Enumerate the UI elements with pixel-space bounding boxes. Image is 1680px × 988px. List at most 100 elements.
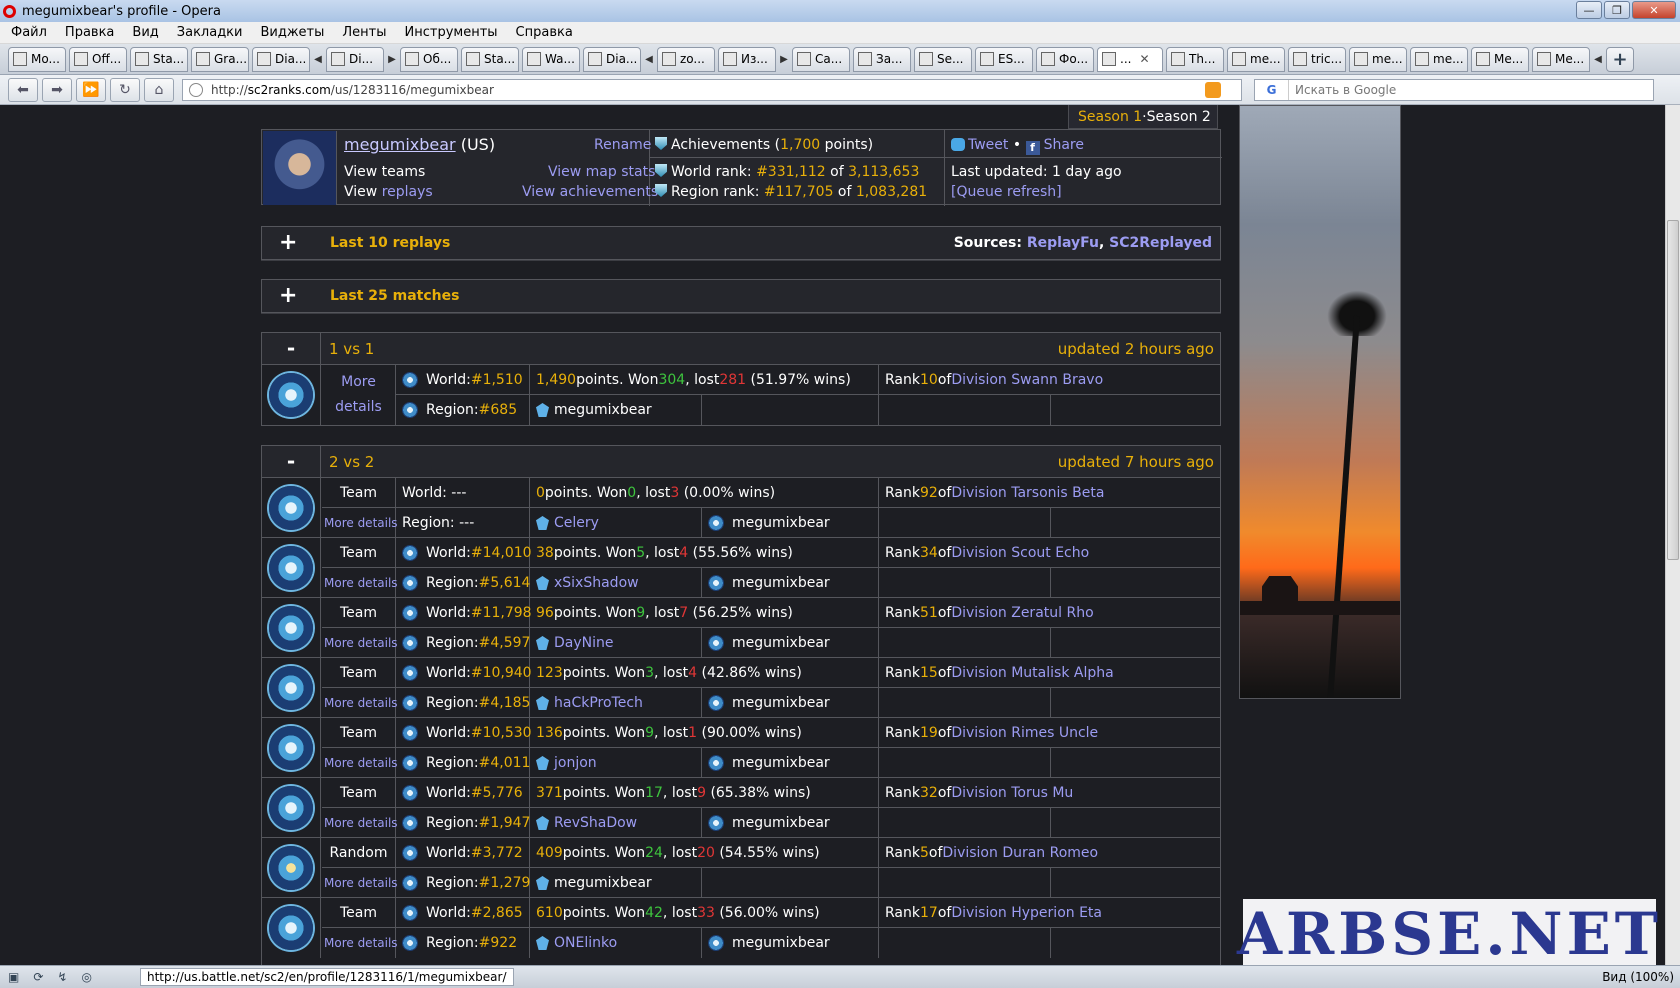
tab[interactable]: tric...: [1288, 46, 1346, 72]
back-button[interactable]: ⬅: [8, 77, 38, 102]
share-link[interactable]: Share: [1044, 137, 1084, 153]
menu-bookmarks[interactable]: Закладки: [177, 25, 243, 40]
more-details-link[interactable]: More details: [322, 365, 396, 425]
division-link[interactable]: Division Scout Echo: [951, 545, 1089, 561]
tab[interactable]: Wa...: [522, 46, 580, 72]
tab-group-right-arrow-icon[interactable]: ▶: [779, 54, 789, 65]
zoom-level[interactable]: Вид (100%): [1602, 970, 1674, 984]
more-details-link[interactable]: More details: [324, 576, 398, 590]
division-link[interactable]: Division Duran Romeo: [942, 845, 1098, 861]
division-link[interactable]: Division Torus Mu: [951, 785, 1073, 801]
replays-label[interactable]: Last 10 replays: [330, 235, 450, 251]
teammate-link[interactable]: ONElinko: [554, 935, 617, 951]
matches-label[interactable]: Last 25 matches: [330, 288, 459, 304]
more-details-link[interactable]: More details: [324, 876, 398, 890]
tab-group-left-arrow-icon[interactable]: ◀: [313, 54, 323, 65]
division-link[interactable]: Division Mutalisk Alpha: [951, 665, 1113, 681]
tab[interactable]: Mo...: [8, 46, 66, 72]
menu-file[interactable]: Файл: [11, 25, 47, 40]
more-details-link[interactable]: More details: [324, 696, 398, 710]
more-details-link[interactable]: More details: [324, 516, 398, 530]
division-link[interactable]: Division Zeratul Rho: [951, 605, 1093, 621]
reload-button[interactable]: ↻: [110, 77, 140, 102]
tab[interactable]: Off...: [69, 46, 127, 72]
more-details-link[interactable]: More details: [324, 936, 398, 950]
matches-bar[interactable]: + Last 25 matches: [261, 279, 1221, 313]
teammate-link[interactable]: haCkProTech: [554, 695, 643, 711]
replays-bar[interactable]: + Last 10 replays Sources: ReplayFu, SC2…: [261, 226, 1221, 260]
teammate-link[interactable]: Celery: [554, 515, 599, 531]
tab[interactable]: me...: [1410, 46, 1468, 72]
view-map-stats-link[interactable]: View map stats: [548, 164, 655, 180]
expand-replays-toggle[interactable]: +: [279, 230, 297, 255]
tab-group-left-arrow-icon[interactable]: ◀: [644, 54, 654, 65]
tab-group-right-arrow-icon[interactable]: ▶: [387, 54, 397, 65]
turbo-icon[interactable]: ↯: [57, 970, 67, 984]
search-input[interactable]: G Искать в Google: [1254, 78, 1654, 101]
fast-forward-button[interactable]: ⏩: [76, 77, 106, 102]
tab[interactable]: Из...: [718, 46, 776, 72]
tab[interactable]: Об...: [400, 46, 458, 72]
google-search-engine-icon[interactable]: G: [1255, 79, 1289, 100]
rename-link[interactable]: Rename: [594, 137, 651, 153]
unite-icon[interactable]: ◎: [81, 970, 91, 984]
tab[interactable]: За...: [853, 46, 911, 72]
menu-feeds[interactable]: Ленты: [342, 25, 386, 40]
tab[interactable]: Th...: [1166, 46, 1224, 72]
division-link[interactable]: Division Swann Bravo: [951, 372, 1103, 388]
close-tab-icon[interactable]: ✕: [1139, 52, 1149, 66]
more-details-link[interactable]: More details: [324, 756, 398, 770]
tab-active[interactable]: ... ✕: [1097, 46, 1163, 72]
season-1-link[interactable]: Season 1: [1078, 109, 1142, 125]
sync-icon[interactable]: ⟳: [33, 970, 43, 984]
more-details-link[interactable]: More details: [324, 816, 398, 830]
page-scrollbar[interactable]: [1665, 105, 1680, 965]
view-achievements-link[interactable]: View achievements: [522, 184, 658, 200]
tab[interactable]: Se...: [914, 46, 972, 72]
tab[interactable]: Dia...: [583, 46, 641, 72]
tab[interactable]: Di...: [326, 46, 384, 72]
queue-refresh-link[interactable]: [Queue refresh]: [951, 184, 1062, 200]
tab[interactable]: ES...: [975, 46, 1033, 72]
tab[interactable]: Gra...: [191, 46, 249, 72]
teammate-link[interactable]: jonjon: [554, 755, 597, 771]
close-window-button[interactable]: ✕: [1632, 1, 1676, 19]
forward-button[interactable]: ➡: [42, 77, 72, 102]
menu-help[interactable]: Справка: [516, 25, 573, 40]
expand-matches-toggle[interactable]: +: [279, 283, 297, 308]
scrollbar-thumb[interactable]: [1667, 220, 1679, 560]
profile-name-link[interactable]: megumixbear: [344, 135, 456, 154]
tab[interactable]: Me...: [1532, 46, 1590, 72]
collapse-1v1-toggle[interactable]: -: [262, 333, 321, 364]
new-tab-button[interactable]: +: [1606, 46, 1634, 72]
more-details-link[interactable]: More details: [324, 636, 398, 650]
division-link[interactable]: Division Rimes Uncle: [951, 725, 1098, 741]
address-input[interactable]: http://sc2ranks.com/us/1283116/megumixbe…: [182, 78, 1242, 101]
sc2replayed-link[interactable]: SC2Replayed: [1109, 235, 1212, 251]
menu-tools[interactable]: Инструменты: [405, 25, 498, 40]
tab[interactable]: zo...: [657, 46, 715, 72]
tab[interactable]: me...: [1349, 46, 1407, 72]
tab-scroll-arrow-icon[interactable]: ◀: [1593, 54, 1603, 65]
teammate-link[interactable]: RevShaDow: [554, 815, 637, 831]
home-button[interactable]: ⌂: [144, 77, 174, 102]
teammate-link[interactable]: megumixbear: [554, 875, 652, 891]
minimize-button[interactable]: —: [1576, 1, 1602, 19]
menu-widgets[interactable]: Виджеты: [260, 25, 324, 40]
menu-view[interactable]: Вид: [132, 25, 158, 40]
tab[interactable]: me...: [1227, 46, 1285, 72]
tab[interactable]: Фо...: [1036, 46, 1094, 72]
rss-feed-icon[interactable]: [1205, 81, 1221, 98]
tweet-link[interactable]: Tweet: [968, 137, 1008, 153]
division-link[interactable]: Division Hyperion Eta: [951, 905, 1102, 921]
panel-toggle-icon[interactable]: ▣: [8, 970, 19, 984]
collapse-2v2-toggle[interactable]: -: [262, 446, 321, 477]
teammate-link[interactable]: DayNine: [554, 635, 614, 651]
replayfu-link[interactable]: ReplayFu: [1027, 235, 1099, 251]
view-replays-link[interactable]: replays: [382, 184, 433, 200]
menu-edit[interactable]: Правка: [65, 25, 114, 40]
tab[interactable]: Ca...: [792, 46, 850, 72]
tab[interactable]: Sta...: [130, 46, 188, 72]
tab[interactable]: Sta...: [461, 46, 519, 72]
division-link[interactable]: Division Tarsonis Beta: [951, 485, 1104, 501]
